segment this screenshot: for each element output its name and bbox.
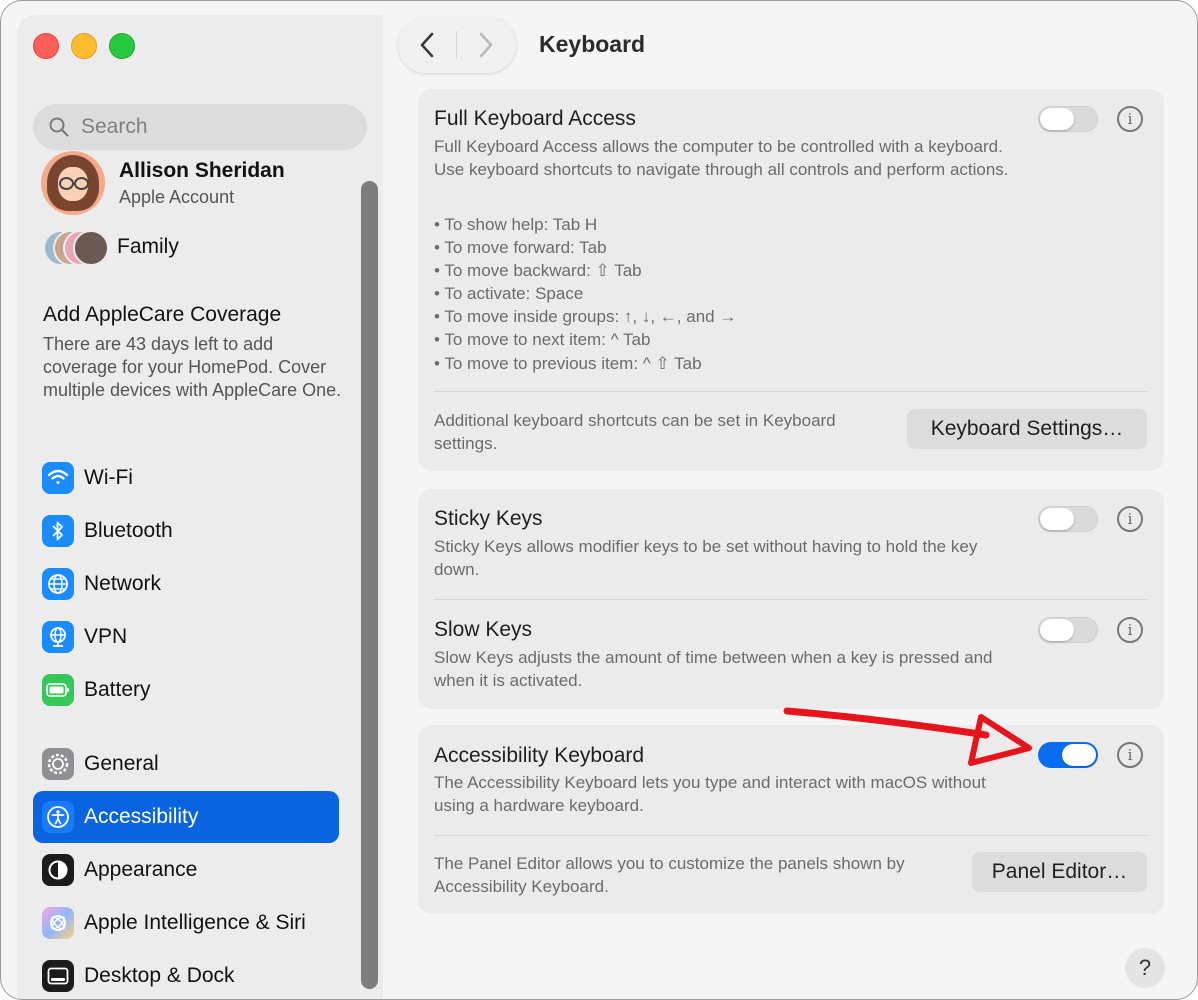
zoom-window-button[interactable]: [109, 33, 135, 59]
applecare-title: Add AppleCare Coverage: [43, 303, 282, 326]
accessibility-keyboard-title: Accessibility Keyboard: [434, 744, 645, 767]
applecare-promo[interactable]: Add AppleCare Coverage There are 43 days…: [43, 303, 343, 402]
shortcut-item: • To move to next item: ^ Tab: [434, 330, 651, 350]
navigation-controls: [398, 17, 516, 73]
chevron-right-icon: [479, 32, 493, 58]
sidebar-item-vpn[interactable]: VPN: [33, 611, 339, 663]
sidebar-item-label: Battery: [84, 678, 151, 701]
sticky-keys-description: Sticky Keys allows modifier keys to be s…: [434, 537, 978, 579]
info-icon[interactable]: i: [1117, 617, 1143, 643]
info-icon[interactable]: i: [1117, 742, 1143, 768]
accessibility-keyboard-toggle[interactable]: [1038, 742, 1098, 768]
search-input[interactable]: [79, 114, 343, 140]
minimize-window-button[interactable]: [71, 33, 97, 59]
sidebar-item-accessibility[interactable]: Accessibility: [33, 791, 339, 843]
profile-name: Allison Sheridan: [119, 158, 285, 182]
bluetooth-icon: [42, 515, 74, 547]
shortcut-item: • To activate: Space: [434, 284, 584, 304]
sidebar-item-label: Appearance: [84, 858, 198, 881]
apple-account-row[interactable]: Allison Sheridan Apple Account: [41, 151, 285, 215]
profile-subtitle: Apple Account: [119, 186, 235, 207]
shortcut-list: • To show help: Tab H • To move forward:…: [434, 213, 736, 375]
sidebar-item-label: Network: [84, 572, 162, 595]
slow-keys-toggle[interactable]: [1038, 617, 1098, 643]
panel-editor-hint: The Panel Editor allows you to customize…: [434, 854, 905, 896]
sidebar-item-label: VPN: [84, 625, 128, 648]
search-icon: [49, 117, 69, 137]
gear-icon: [42, 748, 74, 780]
shortcut-item: • To move backward: ⇧ Tab: [434, 261, 642, 281]
sidebar-item-label: Desktop & Dock: [84, 964, 235, 987]
appearance-icon: [42, 854, 74, 886]
annotation-arrow: [783, 707, 1032, 766]
help-button[interactable]: ?: [1125, 948, 1165, 988]
avatar: [41, 151, 105, 215]
dock-icon: [42, 960, 74, 992]
family-avatars: [43, 229, 109, 266]
wifi-icon: [42, 462, 74, 494]
divider: [434, 835, 1148, 836]
sticky-keys-title: Sticky Keys: [434, 507, 543, 530]
info-icon[interactable]: i: [1117, 506, 1143, 532]
sticky-keys-toggle[interactable]: [1038, 506, 1098, 532]
sticky-slow-keys-card: Sticky Keys Sticky Keys allows modifier …: [418, 489, 1164, 709]
sidebar-item-apple-intelligence[interactable]: Apple Intelligence & Siri: [33, 897, 339, 949]
sidebar-item-wifi[interactable]: Wi-Fi: [33, 452, 339, 504]
divider: [434, 391, 1148, 392]
info-icon[interactable]: i: [1117, 106, 1143, 132]
sidebar-item-label: General: [84, 752, 159, 775]
slow-keys-title: Slow Keys: [434, 618, 533, 641]
panel-editor-button[interactable]: Panel Editor…: [972, 852, 1147, 892]
accessibility-icon: [42, 801, 74, 833]
settings-window: Allison Sheridan Apple Account Family Ad…: [0, 0, 1198, 1000]
sidebar-item-general[interactable]: General: [33, 738, 339, 790]
full-keyboard-access-title: Full Keyboard Access: [434, 107, 636, 130]
sidebar-item-label: Wi-Fi: [84, 466, 133, 489]
family-row[interactable]: Family: [43, 229, 179, 266]
sidebar-item-battery[interactable]: Battery: [33, 664, 339, 716]
full-keyboard-access-description: Full Keyboard Access allows the computer…: [434, 137, 1009, 179]
forward-button[interactable]: [457, 17, 515, 73]
shortcut-item: • To move forward: Tab: [434, 238, 607, 258]
divider: [434, 599, 1148, 600]
keyboard-settings-button[interactable]: Keyboard Settings…: [907, 409, 1147, 449]
sidebar-item-label: Bluetooth: [84, 519, 173, 542]
full-keyboard-access-toggle[interactable]: [1038, 106, 1098, 132]
sidebar-item-desktop-dock[interactable]: Desktop & Dock: [33, 950, 339, 999]
sidebar-item-network[interactable]: Network: [33, 558, 339, 610]
close-window-button[interactable]: [33, 33, 59, 59]
vpn-globe-icon: [42, 621, 74, 653]
search-field[interactable]: [33, 104, 367, 150]
shortcut-item: • To show help: Tab H: [434, 215, 598, 234]
page-title: Keyboard: [539, 31, 646, 57]
globe-icon: [42, 568, 74, 600]
sidebar-item-label: Accessibility: [84, 805, 199, 828]
sidebar-item-appearance[interactable]: Appearance: [33, 844, 339, 896]
sidebar-scrollbar[interactable]: [361, 181, 378, 989]
family-label: Family: [117, 235, 179, 258]
shortcut-item: • To move to previous item: ^ ⇧ Tab: [434, 353, 702, 373]
applecare-description: There are 43 days left to add coverage f…: [43, 334, 342, 400]
chevron-left-icon: [420, 32, 434, 58]
slow-keys-description: Slow Keys adjusts the amount of time bet…: [434, 648, 993, 690]
shortcut-item: • To move inside groups: ↑, ↓, ←, and →: [434, 307, 737, 327]
keyboard-settings-hint: Additional keyboard shortcuts can be set…: [434, 411, 836, 453]
battery-icon: [42, 674, 74, 706]
sidebar-item-bluetooth[interactable]: Bluetooth: [33, 505, 339, 557]
back-button[interactable]: [398, 17, 456, 73]
siri-icon: [42, 907, 74, 939]
sidebar-item-label: Apple Intelligence & Siri: [84, 911, 306, 934]
full-keyboard-access-card: Full Keyboard Access Full Keyboard Acces…: [418, 89, 1164, 471]
